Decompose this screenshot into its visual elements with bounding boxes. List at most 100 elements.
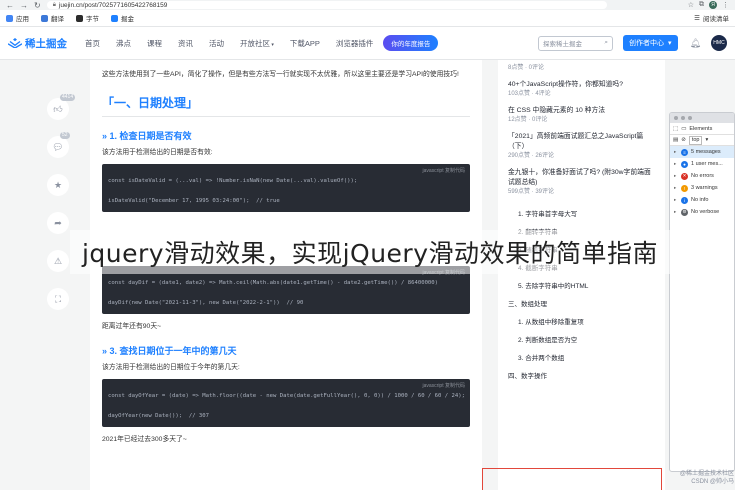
related-article-item[interactable]: 在 CSS 中隐藏元素的 10 种方法 12点赞 · 0评论 [508,102,655,128]
search-icon[interactable]: ⌕ [604,39,608,47]
console-filter-icon: ✕ [681,172,688,180]
nav-item[interactable]: 课程 [147,38,162,49]
reading-list[interactable]: ☰ 阅读清单 [694,13,729,23]
forward-icon[interactable]: → [20,1,28,10]
share-button[interactable]: ➦ [47,212,69,234]
chevron-right-icon: ▸ [674,173,677,178]
console-filter-row[interactable]: ▸ ≡ 5 messages [670,146,734,158]
related-article-item[interactable]: 40+个JavaScript操作符，你都知道吗? 103点赞 · 4评论 [508,76,655,102]
nav-item[interactable]: 活动 [209,38,224,49]
article-intro: 这些方法使用到了一些API，简化了操作，但是有些方法写一行就实现不太优雅，所以这… [102,71,459,78]
sidebar-toggle-icon[interactable]: ▤ [673,137,678,143]
device-icon[interactable]: ▭ [681,126,686,132]
related-article-item[interactable]: 8点赞 · 0评论 [508,60,655,76]
toc-item[interactable]: 2. 判断数组是否为空 [508,332,655,350]
annual-report-banner[interactable]: 你的年度报告 [383,35,439,51]
toc-item[interactable]: 1. 字符串首字母大写 [508,206,655,224]
related-article-item[interactable]: 「2021」高频前端面试题汇总之JavaScript篇（下） 290点赞 · 26… [508,128,655,164]
watermark-line: @稀土掘金技术社区 [679,471,734,477]
chevron-right-icon: ▸ [674,209,677,214]
user-avatar[interactable]: HMC [711,35,727,51]
back-icon[interactable]: ← [6,1,14,10]
nav-item-label: 课程 [147,38,162,48]
fullscreen-button[interactable]: ⛶ [47,288,69,310]
code-line: const dayDif = (date1, date2) => Math.ce… [108,280,439,286]
inspect-icon[interactable]: ⬚ [673,126,678,132]
extensions-icon[interactable]: ⧉ [699,1,704,9]
toc-highlight-box [482,468,662,490]
bookmark-item[interactable]: 应用 [6,13,29,23]
profile-avatar[interactable]: Я [709,1,717,9]
bookmark-favicon-icon [111,14,118,22]
code-copy-tag[interactable]: javascript 复制代码 [422,382,465,389]
bookmark-favicon-icon [41,14,48,22]
console-filter-row[interactable]: ▸ ⚙ No verbose [670,206,734,218]
site-logo[interactable]: 稀土掘金 [8,36,67,51]
toc-item[interactable]: 3. 合并两个数组 [508,350,655,368]
console-filter-row[interactable]: ▸ ✕ No errors [670,170,734,182]
notification-bell-icon[interactable]: 🔔︎ [690,38,701,49]
window-dot[interactable] [674,116,678,120]
console-filter-icon: ≡ [681,148,688,156]
star-icon[interactable]: ☆ [688,1,694,9]
clear-console-icon[interactable]: ⊘ [681,137,686,143]
result-text-2: 距离过年还有90天~ [102,323,162,330]
report-button[interactable]: ⚠ [47,250,69,272]
related-article-item[interactable]: 金九银十，你准备好面试了吗? (附30w字前端面试题总结) 599点赞 · 39评… [508,164,655,200]
collect-icon: ★ [53,179,63,190]
nav-item[interactable]: 浏览器插件 [336,38,374,49]
console-filter-label: No errors [691,173,714,179]
subheading-1: » 1. 检查日期是否有效 [102,131,192,141]
creator-center-button[interactable]: 创作者中心 ▾ [623,35,678,51]
console-filter-row[interactable]: ▸! 3 warnings [670,182,734,194]
bookmark-label: 字节 [86,16,99,23]
code-block-3: javascript 复制代码 const dayOfYear = (date)… [102,379,470,427]
related-article-title: 40+个JavaScript操作符，你都知道吗? [508,81,624,88]
console-filter-row[interactable]: ▸ i No info [670,194,734,206]
search-input[interactable]: 探索稀土掘金 ⌕ [538,35,614,51]
console-filter-icon: ⚙ [681,208,688,216]
browser-actions: ☆ ⧉ Я ⋮ [688,1,729,9]
toc-item[interactable]: 三、数组处理 [508,296,655,314]
nav-item-label: 活动 [209,38,224,48]
window-dot[interactable] [688,116,692,120]
code-copy-tag[interactable]: javascript 复制代码 [422,167,465,174]
bookmark-item[interactable]: 字节 [76,13,99,23]
comment-count: 52 [60,132,70,139]
site-header: 稀土掘金 首页 沸点 课程 资讯 活动 开放社区 ▾ 下载APP 浏览器插件 你的年度报告 探… [0,27,735,60]
nav-item[interactable]: 下载APP [290,38,320,49]
related-articles: 8点赞 · 0评论 40+个JavaScript操作符，你都知道吗? 103点赞 ·… [508,60,655,200]
related-article-meta: 8点赞 · 0评论 [508,65,545,71]
context-select[interactable]: top [688,135,703,145]
nav-item-label: 资讯 [178,38,193,48]
nav-item-label: 首页 [85,38,100,48]
related-article-title: 「2021」高频前端面试题汇总之JavaScript篇（下） [508,133,644,150]
menu-icon[interactable]: ⋮ [722,1,729,9]
toc-item[interactable]: 四、数字操作 [508,368,655,386]
collect-button[interactable]: ★ [47,174,69,196]
bookmark-label: 应用 [16,16,29,23]
like-button[interactable]: 👍︎ 4414 [47,94,76,120]
overlay-title: jquery滑动效果，实现jQuery滑动效果的简单指南 [81,239,659,268]
nav-item[interactable]: 沸点 [116,38,131,49]
reload-icon[interactable]: ↻ [34,1,41,10]
console-filter-row[interactable]: ▸ ● 1 user mes... [670,158,734,170]
nav-item[interactable]: 首页 [85,38,100,49]
chevron-right-icon: ▸ [674,161,677,166]
nav-item[interactable]: 资讯 [178,38,193,49]
url-field[interactable]: 🔒︎ juejin.cn/post/7025771605422768159 [46,1,607,9]
tab-elements[interactable]: Elements [689,126,712,132]
toc-item[interactable]: 5. 去除字符串中的HTML [508,278,655,296]
nav-item[interactable]: 开放社区 ▾ [240,38,274,49]
bookmark-item[interactable]: 掘金 [111,13,134,23]
report-icon: ⚠ [53,255,63,266]
comment-button[interactable]: 💬︎ 52 [47,132,70,158]
console-filter-icon: ● [681,160,688,168]
toc-item[interactable]: 1. 从数组中移除重复项 [508,314,655,332]
bookmark-item[interactable]: 翻译 [41,13,64,23]
comment-icon: 💬︎ [52,141,64,152]
code-block-1: javascript 复制代码 const isDateValid = (...… [102,164,470,212]
window-dot[interactable] [681,116,685,120]
